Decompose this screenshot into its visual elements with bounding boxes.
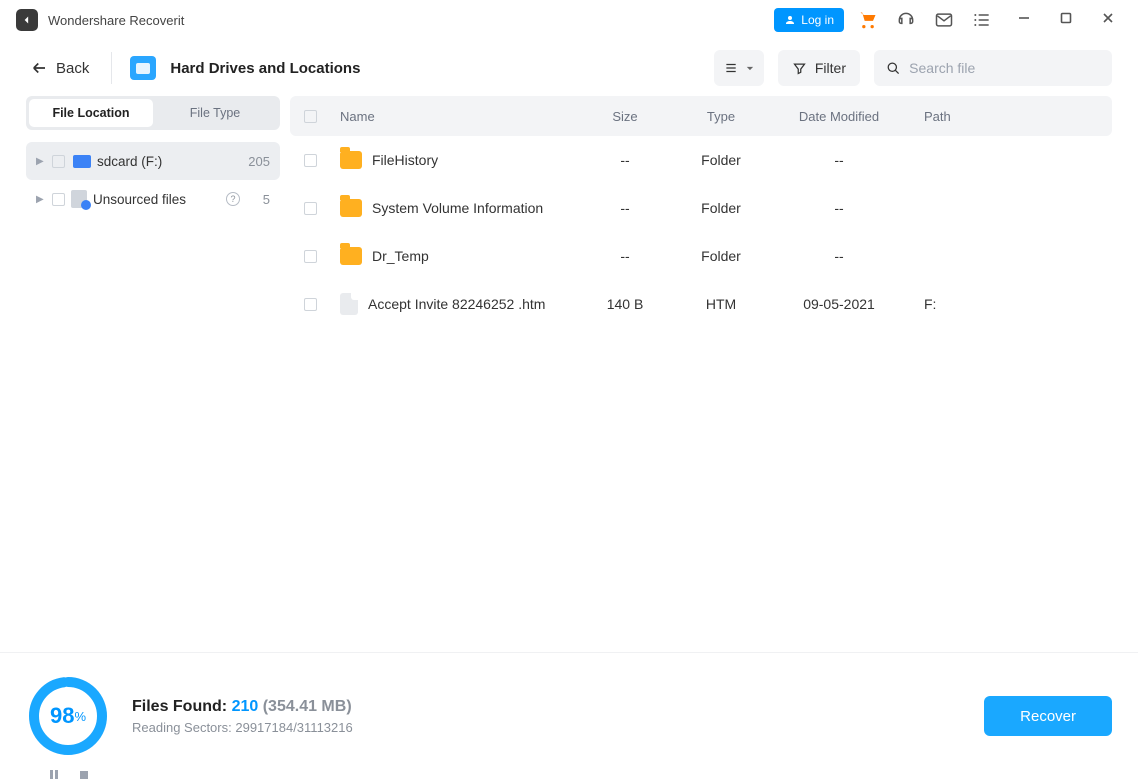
list-icon[interactable] (968, 6, 996, 34)
caret-icon: ▶ (36, 194, 46, 205)
filter-icon (792, 61, 807, 76)
checkbox[interactable] (52, 155, 65, 168)
back-button[interactable]: Back (26, 53, 93, 83)
sectors-value: 29917184/31113216 (235, 720, 352, 735)
mail-icon[interactable] (930, 6, 958, 34)
tree-item-label: Unsourced files (93, 192, 220, 207)
row-checkbox[interactable] (304, 298, 317, 311)
file-table: Name Size Type Date Modified Path FileHi… (290, 96, 1112, 652)
search-icon (886, 60, 901, 77)
unsourced-icon (71, 190, 87, 208)
toolbar: Back Hard Drives and Locations Filter (0, 40, 1138, 96)
tree-item-unsourced[interactable]: ▶ Unsourced files ? 5 (26, 180, 280, 218)
header-type[interactable]: Type (668, 109, 774, 124)
header-path[interactable]: Path (904, 109, 1112, 124)
app-logo (16, 9, 38, 31)
tab-file-location[interactable]: File Location (29, 99, 153, 127)
file-icon (340, 293, 358, 315)
row-date: -- (774, 248, 904, 264)
tab-file-type[interactable]: File Type (153, 99, 277, 127)
pause-button[interactable] (48, 769, 60, 779)
tree-item-count: 205 (246, 154, 270, 169)
back-label: Back (56, 60, 89, 77)
titlebar: Wondershare Recoverit Log in (0, 0, 1138, 40)
cart-icon[interactable] (854, 6, 882, 34)
progress-unit: % (74, 709, 86, 724)
row-type: Folder (668, 248, 774, 264)
tree-item-label: sdcard (F:) (97, 154, 240, 169)
drive-icon (73, 155, 91, 168)
filter-button[interactable]: Filter (778, 50, 860, 86)
files-found-size: (354.41 MB) (263, 698, 352, 715)
caret-icon: ▶ (36, 156, 46, 167)
drive-icon (130, 56, 156, 80)
row-type: Folder (668, 152, 774, 168)
table-row[interactable]: Dr_Temp -- Folder -- (290, 232, 1112, 280)
row-date: 09-05-2021 (774, 296, 904, 312)
login-button[interactable]: Log in (774, 8, 844, 32)
help-icon[interactable]: ? (226, 192, 240, 206)
row-size: 140 B (582, 296, 668, 312)
row-path: F: (904, 296, 1112, 312)
table-row[interactable]: Accept Invite 82246252 .htm 140 B HTM 09… (290, 280, 1112, 328)
row-type: Folder (668, 200, 774, 216)
table-header: Name Size Type Date Modified Path (290, 96, 1112, 136)
row-checkbox[interactable] (304, 154, 317, 167)
filter-label: Filter (815, 60, 846, 76)
arrow-left-icon (30, 59, 48, 77)
header-size[interactable]: Size (582, 109, 668, 124)
sidebar-tabs: File Location File Type (26, 96, 280, 130)
row-checkbox[interactable] (304, 202, 317, 215)
search-box[interactable] (874, 50, 1112, 86)
select-all-checkbox[interactable] (304, 110, 317, 123)
files-found-count: 210 (232, 698, 259, 715)
row-checkbox[interactable] (304, 250, 317, 263)
progress-percent: 98 (50, 703, 74, 729)
table-row[interactable]: System Volume Information -- Folder -- (290, 184, 1112, 232)
row-name: System Volume Information (372, 200, 543, 216)
row-date: -- (774, 200, 904, 216)
header-name[interactable]: Name (332, 109, 582, 124)
minimize-button[interactable] (1010, 11, 1038, 30)
checkbox[interactable] (52, 193, 65, 206)
arrow-left-icon (20, 13, 34, 27)
maximize-button[interactable] (1052, 11, 1080, 30)
folder-icon (340, 247, 362, 265)
row-date: -- (774, 152, 904, 168)
stop-button[interactable] (78, 769, 90, 779)
table-row[interactable]: FileHistory -- Folder -- (290, 136, 1112, 184)
user-icon (784, 14, 796, 26)
chevron-down-icon (746, 64, 754, 73)
tree-item-count: 5 (246, 192, 270, 207)
sidebar: File Location File Type ▶ sdcard (F:) 20… (26, 96, 280, 652)
row-size: -- (582, 200, 668, 216)
folder-icon (340, 151, 362, 169)
support-icon[interactable] (892, 6, 920, 34)
main: File Location File Type ▶ sdcard (F:) 20… (0, 96, 1138, 652)
row-name: Accept Invite 82246252 .htm (368, 296, 545, 312)
row-name: Dr_Temp (372, 248, 429, 264)
header-date[interactable]: Date Modified (774, 109, 904, 124)
folder-icon (340, 199, 362, 217)
separator (111, 52, 112, 84)
recover-button[interactable]: Recover (984, 696, 1112, 736)
view-mode-button[interactable] (714, 50, 764, 86)
row-size: -- (582, 248, 668, 264)
tree-item-sdcard[interactable]: ▶ sdcard (F:) 205 (26, 142, 280, 180)
row-name: FileHistory (372, 152, 438, 168)
location-title: Hard Drives and Locations (170, 60, 360, 77)
app-title: Wondershare Recoverit (48, 13, 184, 28)
sectors-label: Reading Sectors: (132, 720, 232, 735)
list-view-icon (724, 61, 738, 75)
files-found-label: Files Found: (132, 698, 227, 715)
close-button[interactable] (1094, 11, 1122, 30)
scan-progress: 98% (26, 674, 110, 758)
row-size: -- (582, 152, 668, 168)
search-input[interactable] (909, 60, 1100, 76)
footer: 98% Files Found: 210 (354.41 MB) Reading… (0, 652, 1138, 779)
login-label: Log in (801, 13, 834, 27)
footer-status: Files Found: 210 (354.41 MB) Reading Sec… (132, 698, 353, 735)
row-type: HTM (668, 296, 774, 312)
